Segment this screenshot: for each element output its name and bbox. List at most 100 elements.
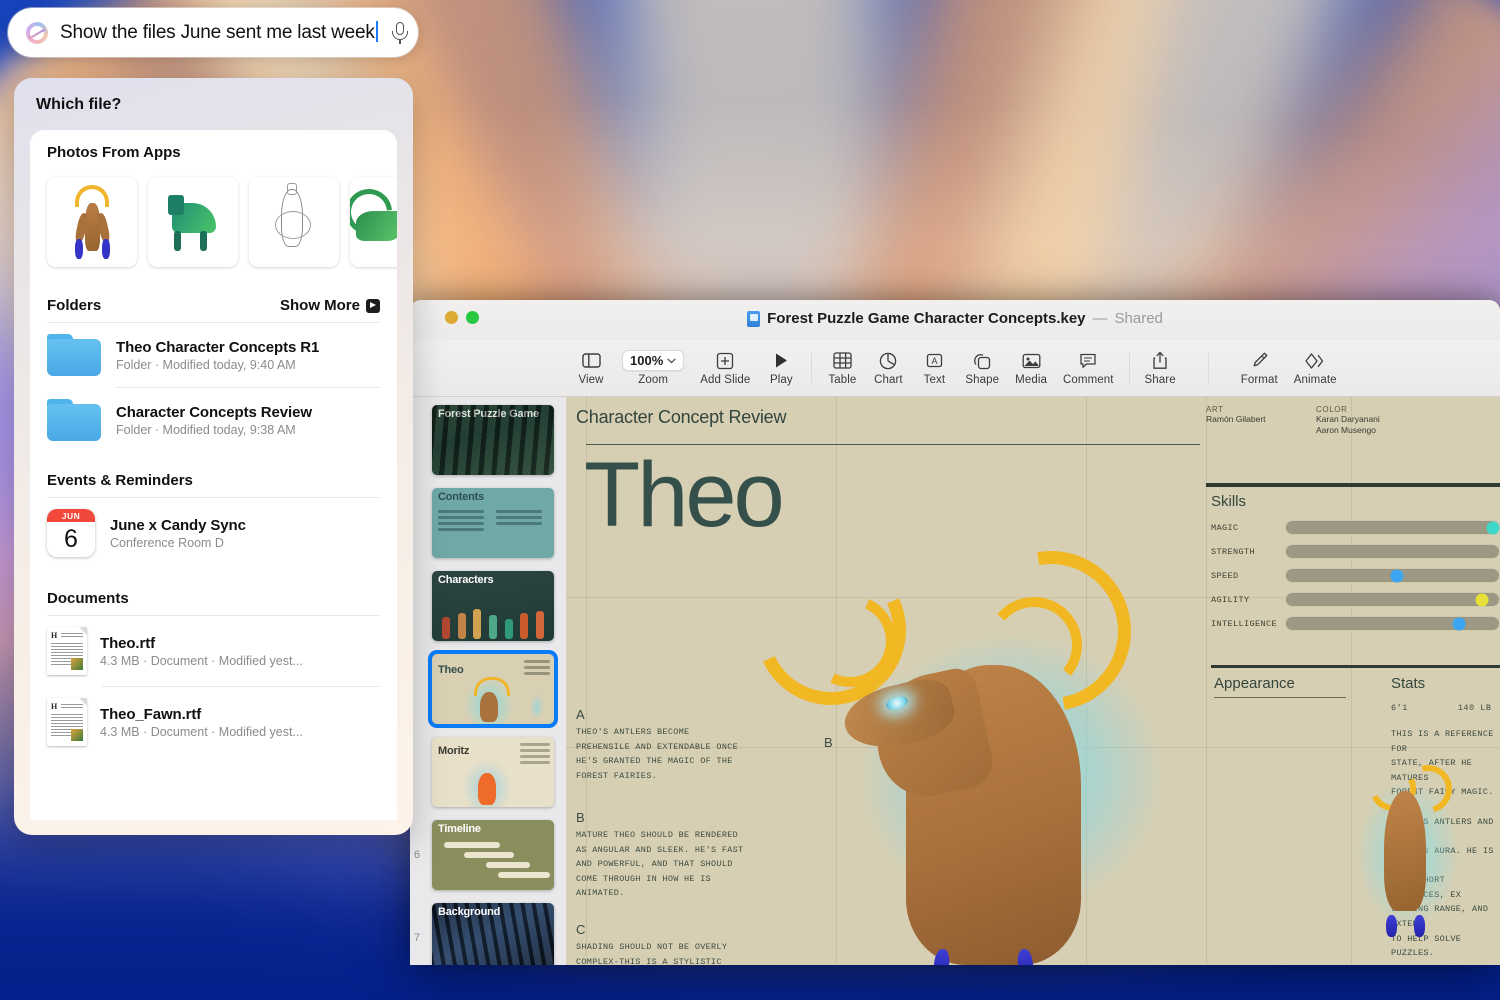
toolbar-share-button[interactable]: Share (1137, 350, 1184, 386)
toolbar-add-slide-label: Add Slide (700, 374, 751, 386)
siri-orb-icon[interactable] (26, 21, 48, 44)
slide-thumbnail-5[interactable]: Moritz (432, 737, 560, 807)
slide-header-title: Character Concept Review (576, 407, 787, 427)
table-icon (833, 350, 852, 371)
stat-weight: 140 LB (1457, 703, 1492, 713)
documents-header-label: Documents (47, 590, 129, 607)
toolbar-media-label: Media (1015, 374, 1047, 386)
folder-icon (47, 334, 101, 376)
toolbar-comment-label: Comment (1062, 374, 1114, 386)
skill-row-magic: MAGIC (1211, 520, 1500, 535)
document-row-theo-fawn-rtf[interactable]: H Theo_Fawn.rtf 4.3 MB · Document · Modi… (30, 687, 397, 757)
siri-results-panel[interactable]: Which file? Photos From Apps Folders Sho… (14, 78, 413, 835)
keynote-document-icon (747, 310, 761, 327)
skill-row-agility: AGILITY (1211, 592, 1500, 607)
microphone-icon[interactable] (390, 21, 410, 45)
photos-strip[interactable] (30, 169, 397, 283)
slide-canvas[interactable]: Character Concept Review Theo ART Ramón … (566, 397, 1500, 965)
skill-row-strength: STRENGTH (1211, 544, 1500, 559)
toolbar-format-label: Format (1240, 374, 1278, 386)
slide-navigator[interactable]: Forest Puzzle Game Contents Characters T… (410, 397, 566, 965)
toolbar-chart-button[interactable]: Chart (865, 350, 911, 386)
toolbar-chart-label: Chart (874, 374, 903, 386)
credit-art-value: Ramón Gilabert (1206, 414, 1266, 424)
keynote-body: Forest Puzzle Game Contents Characters T… (410, 397, 1500, 965)
slide-thumbnail-2[interactable]: Contents (432, 488, 560, 558)
photo-tile-turtle[interactable] (148, 177, 238, 267)
skill-knob (1452, 617, 1466, 630)
toolbar-zoom-label: Zoom (638, 374, 669, 386)
document-name: Theo_Fawn.rtf (100, 705, 202, 723)
credit-art-label: ART (1206, 405, 1224, 414)
photo-tile-creature[interactable] (350, 177, 397, 267)
appearance-title: Appearance (1214, 675, 1295, 692)
photo-tile-sketch[interactable] (249, 177, 339, 267)
slide-thumbnail-3[interactable]: Characters (432, 571, 560, 641)
photo-tile-deer[interactable] (47, 177, 137, 267)
section-header-folders: Folders Show More (30, 283, 397, 322)
play-icon (774, 350, 789, 371)
theo-deer-illustration (734, 519, 1226, 965)
toolbar-divider-2 (1128, 353, 1130, 383)
slide-thumb-title: Background (438, 906, 501, 918)
toolbar-play-button[interactable]: Play (758, 350, 804, 386)
slide-thumb-title: Contents (438, 491, 485, 503)
toolbar-text-button[interactable]: A Text (911, 350, 957, 386)
events-header-label: Events & Reminders (47, 472, 193, 489)
skill-bar (1285, 616, 1500, 631)
plus-square-icon (716, 350, 734, 371)
folder-icon (47, 399, 101, 441)
document-name: Theo.rtf (100, 634, 156, 652)
image-icon (1022, 350, 1041, 371)
credit-color-label: COLOR (1316, 405, 1348, 414)
keynote-titlebar[interactable]: Forest Puzzle Game Character Concepts.ke… (410, 300, 1500, 340)
slide-thumbnail-4-selected[interactable]: Theo (432, 654, 560, 724)
toolbar-text-label: Text (923, 374, 946, 386)
slide-thumb-title: Moritz (438, 745, 470, 757)
document-title-text: Forest Puzzle Game Character Concepts.ke… (767, 310, 1086, 327)
slide-thumbnail-7[interactable]: 7 Background (414, 903, 560, 965)
siri-query-value: Show the files June sent me last week (60, 22, 375, 43)
folder-row-character-concepts-review[interactable]: Character Concepts Review Folder · Modif… (30, 388, 397, 452)
text-caret (375, 21, 378, 42)
slide-thumbnail-1[interactable]: Forest Puzzle Game (432, 405, 560, 475)
zoom-value-pill[interactable]: 100% (622, 350, 685, 371)
keynote-window[interactable]: Forest Puzzle Game Character Concepts.ke… (410, 300, 1500, 965)
folder-row-theo-character-concepts[interactable]: Theo Character Concepts R1 Folder · Modi… (30, 323, 397, 387)
results-question: Which file? (36, 96, 122, 113)
show-more-button[interactable]: Show More (280, 297, 380, 314)
document-row-theo-rtf[interactable]: H Theo.rtf 4.3 MB · Document · Modified … (30, 616, 397, 686)
slide-thumbnail-6[interactable]: 6 Timeline (414, 820, 560, 890)
toolbar-media-button[interactable]: Media (1007, 350, 1055, 386)
calendar-day: 6 (64, 525, 78, 553)
toolbar-add-slide-button[interactable]: Add Slide (692, 350, 758, 386)
siri-search-bar[interactable]: Show the files June sent me last week (8, 8, 418, 57)
rtf-document-icon: H (47, 698, 87, 746)
event-name: June x Candy Sync (110, 516, 246, 534)
folder-name: Theo Character Concepts R1 (116, 338, 320, 356)
rtf-document-icon: H (47, 627, 87, 675)
section-header-events: Events & Reminders (30, 452, 397, 497)
toolbar-view-button[interactable]: View (568, 350, 614, 386)
event-row-june-x-candy-sync[interactable]: JUN 6 June x Candy Sync Conference Room … (30, 498, 397, 568)
animate-icon (1305, 350, 1326, 371)
keynote-toolbar[interactable]: View 100% Zoom Add Slide Play Table Char… (410, 340, 1500, 397)
appearance-section: Appearance (1214, 675, 1346, 698)
siri-query-text[interactable]: Show the files June sent me last week (60, 21, 378, 44)
slide-character-name: Theo (584, 444, 785, 546)
skill-bar (1285, 592, 1500, 607)
toolbar-format-button[interactable]: Format (1233, 350, 1286, 386)
document-meta: 4.3 MB · Document · Modified yest... (100, 653, 303, 668)
toolbar-divider-3 (1207, 353, 1209, 383)
skill-row-speed: SPEED (1211, 568, 1500, 583)
toolbar-divider-1 (811, 353, 813, 383)
section-header-documents: Documents (30, 568, 397, 615)
comment-icon (1079, 350, 1097, 371)
toolbar-table-button[interactable]: Table (819, 350, 865, 386)
toolbar-shape-button[interactable]: Shape (957, 350, 1007, 386)
toolbar-animate-button[interactable]: Animate (1286, 350, 1345, 386)
slide-thumb-title: Forest Puzzle Game (438, 408, 539, 420)
toolbar-zoom-control[interactable]: 100% Zoom (614, 350, 692, 386)
skill-knob (1486, 521, 1500, 534)
toolbar-comment-button[interactable]: Comment (1055, 350, 1122, 386)
